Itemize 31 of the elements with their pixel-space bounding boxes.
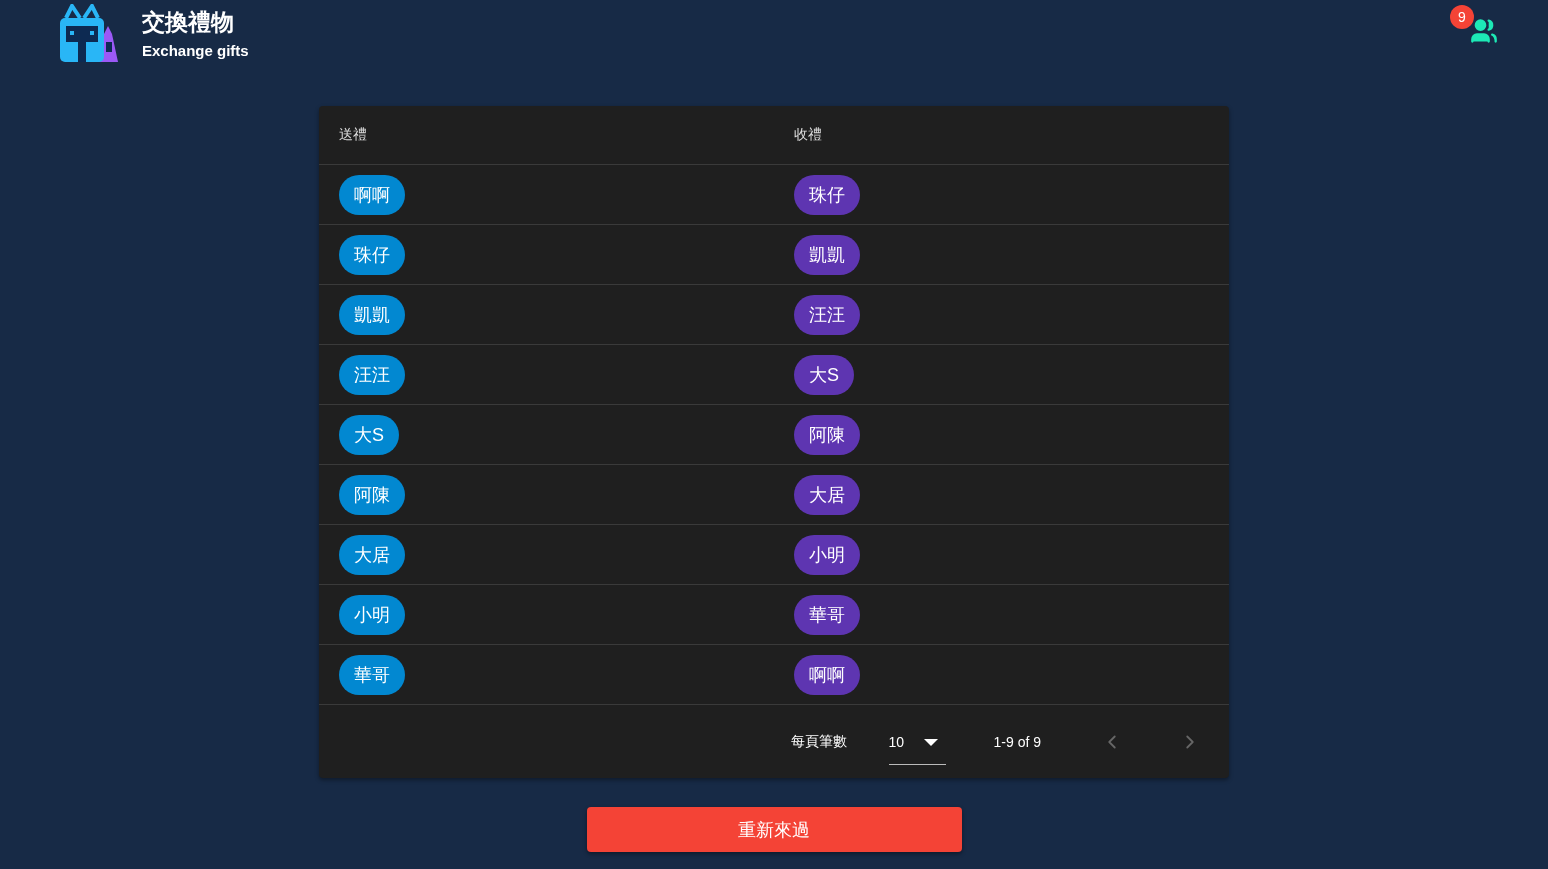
restart-button[interactable]: 重新來過 xyxy=(586,807,962,852)
receiver-chip: 大居 xyxy=(794,474,860,515)
app-subtitle: Exchange gifts xyxy=(142,42,249,59)
dropdown-caret-icon xyxy=(923,738,938,746)
receiver-chip: 大S xyxy=(794,354,854,395)
giver-chip: 凱凱 xyxy=(339,294,405,335)
page-range: 1-9 of 9 xyxy=(993,733,1041,750)
giver-chip: 華哥 xyxy=(339,654,405,695)
giver-chip: 珠仔 xyxy=(339,234,405,275)
giver-chip: 啊啊 xyxy=(339,174,405,215)
receiver-chip: 汪汪 xyxy=(794,294,860,335)
giver-chip: 大居 xyxy=(339,534,405,575)
users-icon xyxy=(1470,17,1498,45)
giver-chip: 阿陳 xyxy=(339,474,405,515)
column-header: 送禮 xyxy=(339,126,367,144)
receiver-chip: 阿陳 xyxy=(794,414,860,455)
count-badge: 9 xyxy=(1450,5,1474,29)
receiver-chip: 凱凱 xyxy=(794,234,860,275)
receiver-chip: 華哥 xyxy=(794,594,860,635)
receiver-chip: 珠仔 xyxy=(794,174,860,215)
rows-per-page-select[interactable]: 10 xyxy=(888,720,946,765)
app-title: 交換禮物 xyxy=(142,8,235,37)
giver-chip: 大S xyxy=(339,414,399,455)
gift-box-logo-icon xyxy=(60,4,118,62)
giver-chip: 小明 xyxy=(339,594,405,635)
giver-chip: 汪汪 xyxy=(339,354,405,395)
receiver-chip: 啊啊 xyxy=(794,654,860,695)
column-header: 收禮 xyxy=(794,126,822,144)
receiver-chip: 小明 xyxy=(794,534,860,575)
users-button[interactable]: 9 xyxy=(1450,5,1498,45)
rows-per-page-label: 每頁筆數 xyxy=(790,732,847,751)
